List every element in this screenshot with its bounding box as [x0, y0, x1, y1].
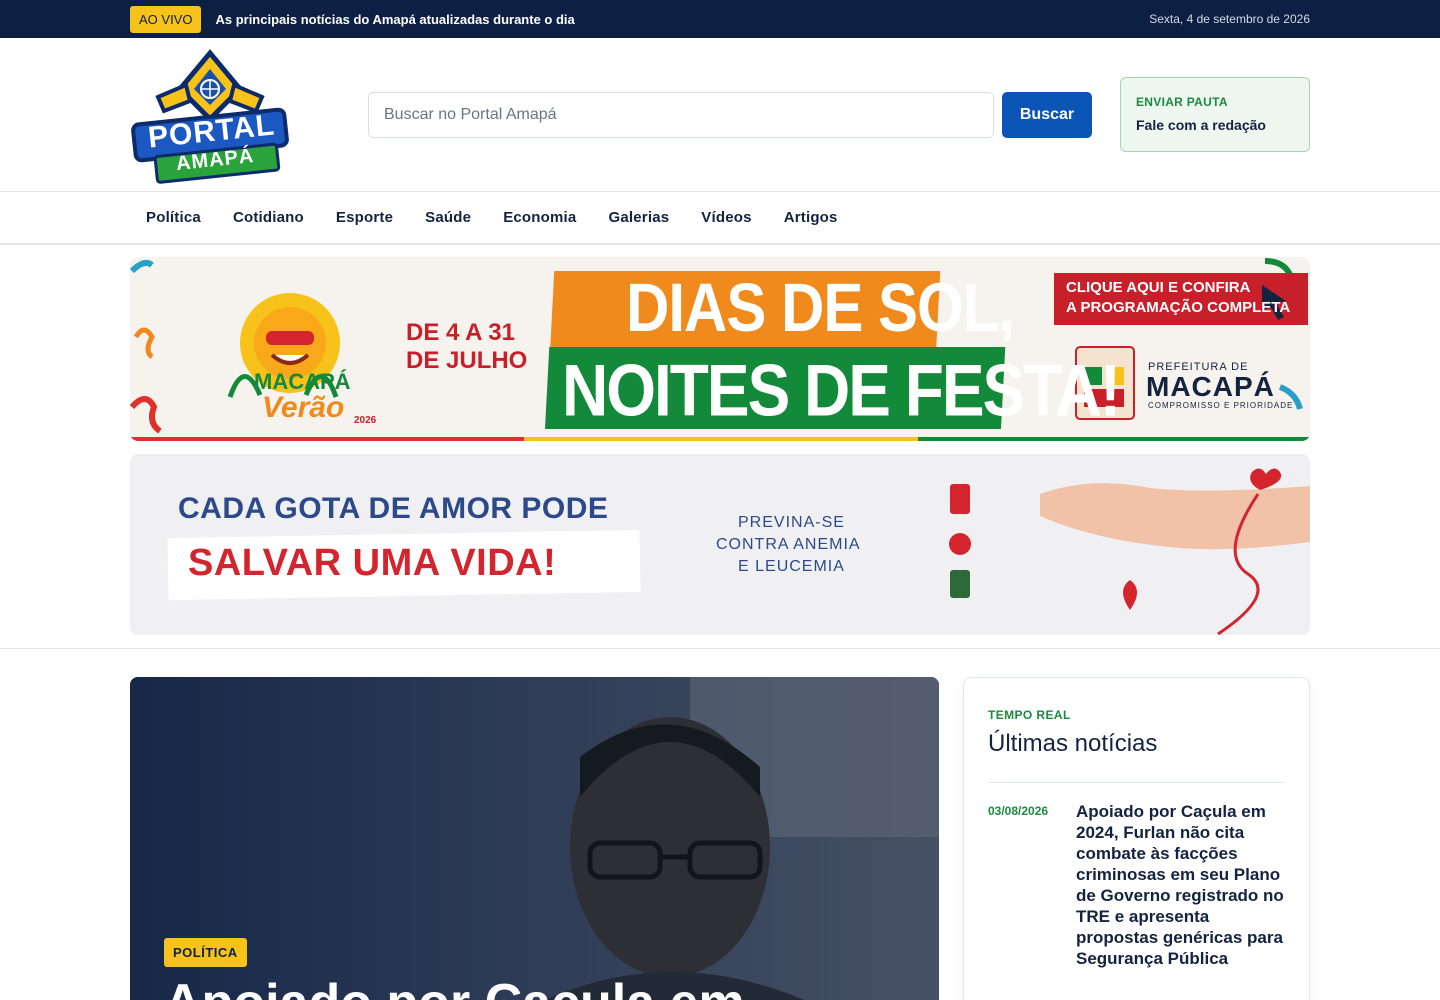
news-title[interactable]: Apoiado por Caçula em 2024, Furlan não c… [1076, 801, 1285, 969]
festival-dates-line1: DE 4 A 31 [406, 319, 515, 346]
send-story-subtitle: Fale com a redação [1136, 117, 1266, 133]
festival-year: 2026 [354, 415, 377, 426]
donation-side-line2: CONTRA ANEMIA [716, 536, 861, 553]
sidebar-title: Últimas notícias [988, 730, 1158, 757]
nav-item-artigos[interactable]: Artigos [768, 209, 854, 226]
main-content: POLÍTICA Apoiado por Caçula em TEMPO REA… [0, 649, 1440, 1000]
send-story-title: ENVIAR PAUTA [1136, 95, 1228, 109]
festival-subtitle: Verão [262, 391, 345, 424]
top-bar: AO VIVO As principais notícias do Amapá … [0, 0, 1440, 38]
search-input[interactable] [368, 91, 994, 138]
ad-banner-blood-donation[interactable]: CADA GOTA DE AMOR PODE SALVAR UMA VIDA! … [130, 454, 1310, 635]
nav-item-esporte[interactable]: Esporte [320, 209, 409, 226]
banner-cta-line1[interactable]: CLIQUE AQUI E CONFIRA [1066, 279, 1250, 296]
nav-item-videos[interactable]: Vídeos [685, 209, 767, 226]
news-date: 03/08/2026 [988, 804, 1049, 818]
list-item[interactable]: 03/08/2026 Apoiado por Caçula em 2024, F… [988, 801, 1285, 969]
hero-category-badge[interactable]: POLÍTICA [164, 938, 247, 967]
banner-headline-1: DIAS DE SOL, [626, 268, 1015, 347]
latest-news-sidebar: TEMPO REAL Últimas notícias 03/08/2026 A… [963, 677, 1310, 1000]
nav-item-politica[interactable]: Política [130, 209, 217, 226]
nav-item-economia[interactable]: Economia [487, 209, 592, 226]
hero-photo-icon [130, 677, 939, 1000]
org-slogan: COMPROMISSO E PRIORIDADE [1148, 401, 1294, 410]
main-nav: Política Cotidiano Esporte Saúde Economi… [0, 192, 1440, 245]
nav-item-galerias[interactable]: Galerias [592, 209, 685, 226]
send-story-box[interactable]: ENVIAR PAUTA Fale com a redação [1120, 77, 1310, 152]
sidebar-kicker: TEMPO REAL [988, 708, 1071, 722]
top-bar-date: Sexta, 4 de setembro de 2026 [1149, 12, 1310, 26]
banner-cta-line2[interactable]: A PROGRAMAÇÃO COMPLETA [1066, 299, 1290, 316]
festival-dates-line2: DE JULHO [406, 347, 528, 374]
donation-side-line3: E LEUCEMIA [738, 558, 845, 575]
site-header: PORTAL AMAPÁ Buscar ENVIAR PAUTA Fale co… [0, 38, 1440, 192]
portal-amapa-logo[interactable]: PORTAL AMAPÁ [130, 45, 290, 185]
search-button[interactable]: Buscar [1002, 91, 1092, 138]
live-badge: AO VIVO [130, 5, 202, 33]
banner-headline-2: NOITES DE FESTA! [562, 348, 1121, 432]
top-bar-message: As principais notícias do Amapá atualiza… [215, 11, 575, 27]
donation-line2: SALVAR UMA VIDA! [188, 542, 557, 584]
search-bar: Buscar [368, 91, 1092, 138]
donation-line1: CADA GOTA DE AMOR PODE [178, 492, 609, 525]
hero-article[interactable]: POLÍTICA Apoiado por Caçula em [130, 677, 939, 1000]
donation-side-line1: PREVINA-SE [738, 514, 845, 531]
nav-item-cotidiano[interactable]: Cotidiano [217, 209, 320, 226]
nav-item-saude[interactable]: Saúde [409, 209, 487, 226]
ad-banner-macapa-verao[interactable]: MACAPÁ Verão 2026 DE 4 A 31 DE JULHO DIA… [130, 257, 1310, 441]
sidebar-divider [988, 782, 1285, 783]
org-name: MACAPÁ [1146, 371, 1275, 402]
hero-headline[interactable]: Apoiado por Caçula em [164, 973, 745, 1000]
